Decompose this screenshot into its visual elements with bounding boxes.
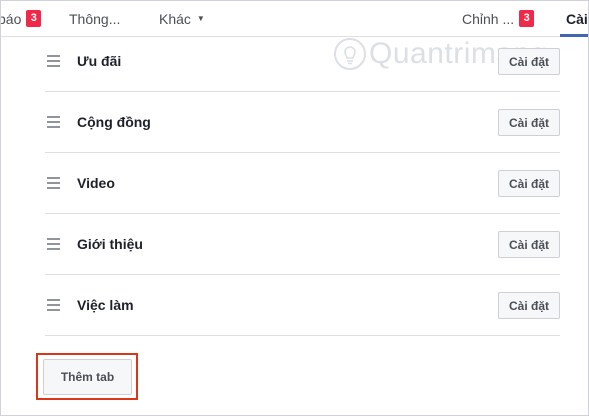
drag-handle-icon[interactable] (47, 116, 60, 128)
nav-tab-label: Thông... (69, 10, 121, 27)
caret-down-icon: ▼ (196, 14, 205, 23)
nav-tab-notifications[interactable]: báo 3 (0, 1, 42, 36)
drag-handle-icon[interactable] (47, 238, 60, 250)
nav-tab-label: Chỉnh ... (462, 10, 515, 27)
page-frame: báo 3 Thông... Khác ▼ Chỉnh ... 3 Cài Qu… (0, 0, 589, 416)
drag-handle-icon[interactable] (47, 55, 60, 67)
nav-tab-settings[interactable]: Cài (566, 1, 588, 36)
add-tab-button[interactable]: Thêm tab (43, 359, 132, 395)
tab-row-community: Cộng đồng Cài đặt (45, 92, 560, 153)
tab-row-video: Video Cài đặt (45, 153, 560, 214)
tab-settings-button[interactable]: Cài đặt (497, 231, 560, 258)
tab-settings-button[interactable]: Cài đặt (497, 48, 560, 75)
tab-name: Cộng đồng (77, 114, 151, 130)
drag-handle-icon[interactable] (47, 177, 60, 189)
tab-name: Việc làm (77, 297, 134, 313)
tab-row-about: Giới thiệu Cài đặt (45, 214, 560, 275)
nav-tab-label: báo (0, 10, 22, 27)
active-tab-indicator (560, 34, 588, 37)
drag-handle-icon[interactable] (47, 299, 60, 311)
notification-badge: 3 (26, 10, 42, 27)
nav-tab-label: Cài (566, 10, 588, 27)
tab-name: Ưu đãi (77, 53, 122, 69)
tab-row-offers: Ưu đãi Cài đặt (45, 31, 560, 92)
tab-settings-button[interactable]: Cài đặt (497, 170, 560, 197)
tab-row-jobs: Việc làm Cài đặt (45, 275, 560, 336)
tab-settings-button[interactable]: Cài đặt (497, 292, 560, 319)
nav-tab-label: Khác (159, 10, 191, 27)
tab-list: Ưu đãi Cài đặt Cộng đồng Cài đặt Video C… (45, 31, 560, 336)
tab-settings-button[interactable]: Cài đặt (497, 109, 560, 136)
tab-name: Giới thiệu (77, 236, 143, 252)
tab-name: Video (77, 175, 115, 191)
notification-badge: 3 (519, 10, 535, 27)
